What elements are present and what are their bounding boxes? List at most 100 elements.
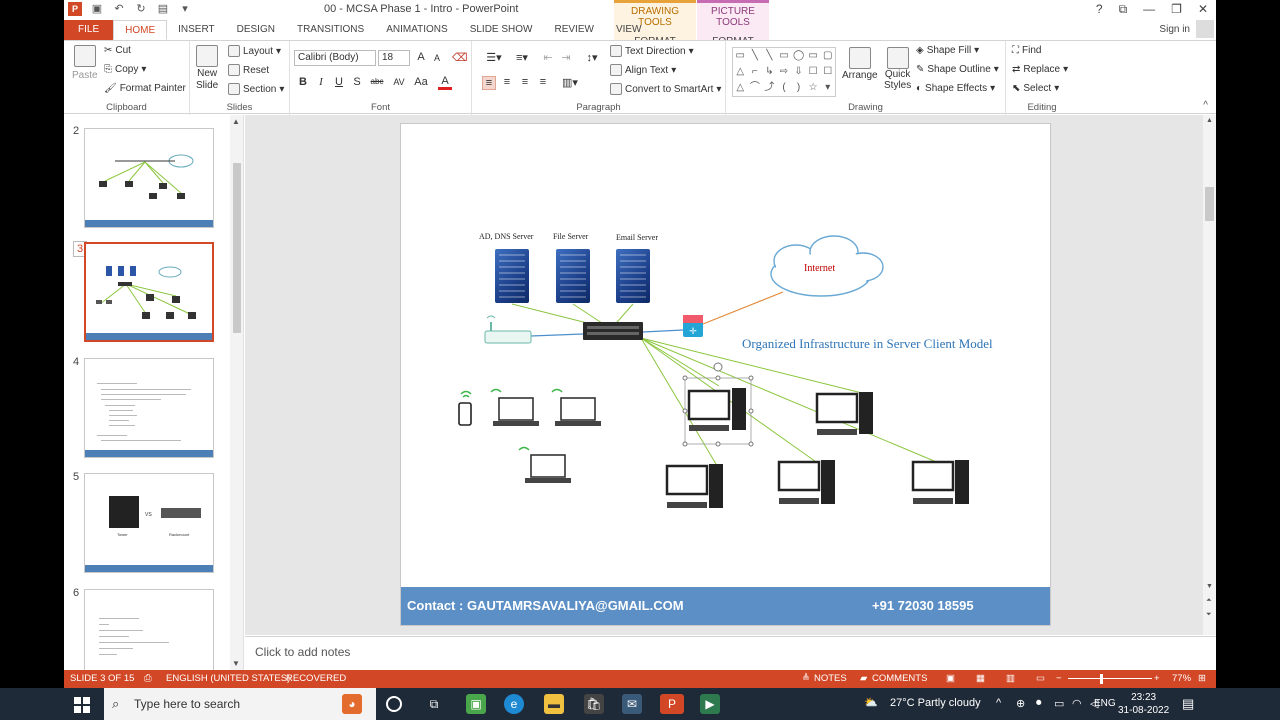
- cortana-icon[interactable]: [386, 696, 402, 712]
- next-slide-icon[interactable]: ⏷: [1206, 611, 1212, 619]
- tab-review[interactable]: REVIEW: [543, 20, 604, 40]
- decrease-indent-icon[interactable]: ⇤: [540, 51, 556, 64]
- slide-thumbnail-6[interactable]: [84, 589, 214, 671]
- undo-icon[interactable]: ↶: [112, 2, 126, 16]
- zoom-out-icon[interactable]: −: [1056, 673, 1062, 684]
- justify-icon[interactable]: ≡: [536, 76, 550, 88]
- comments-icon[interactable]: ▰: [860, 673, 867, 684]
- help-icon[interactable]: ?: [1096, 2, 1103, 17]
- bullets-icon[interactable]: ☰▾: [480, 51, 508, 64]
- replace-button[interactable]: ⇄ Replace ▾: [1012, 64, 1068, 75]
- shape-fill-button[interactable]: ◈ Shape Fill ▾: [916, 45, 979, 56]
- scroll-up-icon[interactable]: ▲: [1206, 117, 1213, 124]
- shape-outline-button[interactable]: ✎ Shape Outline ▾: [916, 64, 999, 75]
- slide-sorter-icon[interactable]: ▦: [976, 673, 985, 684]
- line-spacing-icon[interactable]: ↕▾: [580, 51, 604, 64]
- tab-design[interactable]: DESIGN: [226, 20, 286, 40]
- slide-show-icon[interactable]: ▭: [1036, 673, 1045, 684]
- minimize-icon[interactable]: —: [1143, 2, 1155, 17]
- convert-smartart-button[interactable]: Convert to SmartArt ▾: [610, 83, 721, 95]
- zoom-level[interactable]: 77%: [1172, 673, 1191, 684]
- weather-text[interactable]: 27°C Partly cloudy: [890, 697, 981, 709]
- windows-start-icon[interactable]: [74, 697, 90, 713]
- search-highlight-image[interactable]: ◕: [342, 694, 362, 714]
- format-painter-button[interactable]: 🖌 Format Painter: [104, 83, 186, 94]
- tab-home[interactable]: HOME: [113, 20, 168, 40]
- align-text-button[interactable]: Align Text ▾: [610, 64, 676, 76]
- change-case-button[interactable]: Aa: [412, 76, 430, 88]
- network-icon[interactable]: ⊕: [1016, 697, 1025, 710]
- ribbon-display-icon[interactable]: ⧉: [1119, 2, 1128, 17]
- copy-button[interactable]: ⎘ Copy ▾: [104, 64, 146, 75]
- new-slide-button[interactable]: New Slide: [196, 45, 218, 91]
- tab-animations[interactable]: ANIMATIONS: [375, 20, 458, 40]
- arrange-button[interactable]: Arrange: [842, 47, 878, 81]
- font-color-button[interactable]: A: [438, 75, 452, 90]
- language-code[interactable]: ENG: [1094, 698, 1116, 709]
- strikethrough-button[interactable]: abc: [368, 77, 386, 86]
- text-direction-button[interactable]: Text Direction ▾: [610, 45, 694, 57]
- shadow-button[interactable]: S: [350, 76, 364, 88]
- paste-button[interactable]: Paste: [72, 45, 98, 81]
- customize-qat-icon[interactable]: ▾: [178, 2, 192, 16]
- underline-button[interactable]: U: [332, 76, 346, 88]
- previous-slide-icon[interactable]: ⏶: [1206, 597, 1212, 605]
- italic-button[interactable]: I: [314, 76, 328, 88]
- notes-icon[interactable]: ≜: [802, 673, 810, 684]
- slide-thumbnail-3[interactable]: [84, 242, 214, 342]
- file-explorer-icon[interactable]: ▬: [544, 694, 564, 714]
- redo-icon[interactable]: ↻: [134, 2, 148, 16]
- weather-icon[interactable]: ⛅: [864, 696, 878, 709]
- scrollbar-thumb[interactable]: [1205, 187, 1214, 221]
- mail-icon[interactable]: ✉: [622, 694, 642, 714]
- shrink-font-button[interactable]: A: [430, 53, 444, 63]
- green-app-icon[interactable]: ▣: [466, 694, 486, 714]
- cut-button[interactable]: ✂ Cut: [104, 45, 131, 56]
- notes-pane[interactable]: Click to add notes: [245, 636, 1216, 670]
- zoom-slider-thumb[interactable]: [1100, 674, 1103, 684]
- start-from-beginning-icon[interactable]: ▤: [156, 2, 170, 16]
- shapes-gallery[interactable]: ▭ ╲ ╲ ▭ ◯ ▭ ▢ △ ⌐ ↳ ⇨ ⇩ ☐ ☐ △ ⌒ ⤴() ☆ ▾: [732, 47, 836, 97]
- zoom-in-icon[interactable]: +: [1154, 673, 1160, 684]
- columns-icon[interactable]: ▥▾: [560, 76, 580, 89]
- font-name-select[interactable]: Calibri (Body): [294, 50, 376, 66]
- slide-thumbnail-5[interactable]: VS Tower Rackmount: [84, 473, 214, 573]
- align-left-icon[interactable]: ≡: [482, 76, 496, 90]
- taskbar-clock[interactable]: 23:23 31-08-2022: [1118, 691, 1169, 717]
- align-right-icon[interactable]: ≡: [518, 76, 532, 88]
- grow-font-button[interactable]: A: [414, 51, 428, 63]
- numbering-icon[interactable]: ≡▾: [508, 51, 536, 64]
- normal-view-icon[interactable]: ▣: [946, 673, 955, 684]
- tab-file[interactable]: FILE: [64, 20, 114, 40]
- scroll-down-icon[interactable]: ▼: [232, 659, 240, 668]
- bold-button[interactable]: B: [296, 76, 310, 88]
- avatar[interactable]: [1196, 20, 1214, 38]
- zoom-slider[interactable]: [1068, 678, 1152, 679]
- edge-icon[interactable]: e: [504, 694, 524, 714]
- slide-thumbnail-2[interactable]: [84, 128, 214, 228]
- taskbar-search[interactable]: ⌕ Type here to search: [104, 688, 376, 720]
- tab-transitions[interactable]: TRANSITIONS: [286, 20, 375, 40]
- current-slide[interactable]: ✛ AD, DNS Server File Server Email Serve…: [400, 123, 1051, 626]
- tab-insert[interactable]: INSERT: [167, 20, 226, 40]
- notes-button[interactable]: NOTES: [814, 673, 847, 684]
- reading-view-icon[interactable]: ▥: [1006, 673, 1015, 684]
- task-view-icon[interactable]: ⧉: [424, 694, 444, 714]
- reset-button[interactable]: Reset: [228, 64, 269, 76]
- slide-vertical-scrollbar[interactable]: ▲ ▼ ⏶ ⏷: [1203, 115, 1216, 635]
- select-button[interactable]: ⬉ Select ▾: [1012, 83, 1059, 94]
- language-indicator[interactable]: ENGLISH (UNITED STATES): [166, 673, 290, 684]
- save-icon[interactable]: ▣: [90, 2, 104, 16]
- align-center-icon[interactable]: ≡: [500, 76, 514, 88]
- microphone-icon[interactable]: ⏺: [1036, 697, 1042, 710]
- chevron-up-icon[interactable]: ^: [996, 697, 1001, 709]
- section-button[interactable]: Section ▾: [228, 83, 284, 95]
- powerpoint-taskbar-icon[interactable]: P: [660, 694, 684, 714]
- tab-view[interactable]: VIEW: [605, 20, 653, 40]
- scrollbar-thumb[interactable]: [233, 163, 241, 333]
- green-arrow-app-icon[interactable]: ▶: [700, 694, 720, 714]
- notification-icon[interactable]: ▤: [1182, 696, 1194, 712]
- tab-slide-show[interactable]: SLIDE SHOW: [459, 20, 544, 40]
- collapse-ribbon-icon[interactable]: ^: [1203, 100, 1208, 111]
- character-spacing-button[interactable]: AV: [390, 77, 408, 87]
